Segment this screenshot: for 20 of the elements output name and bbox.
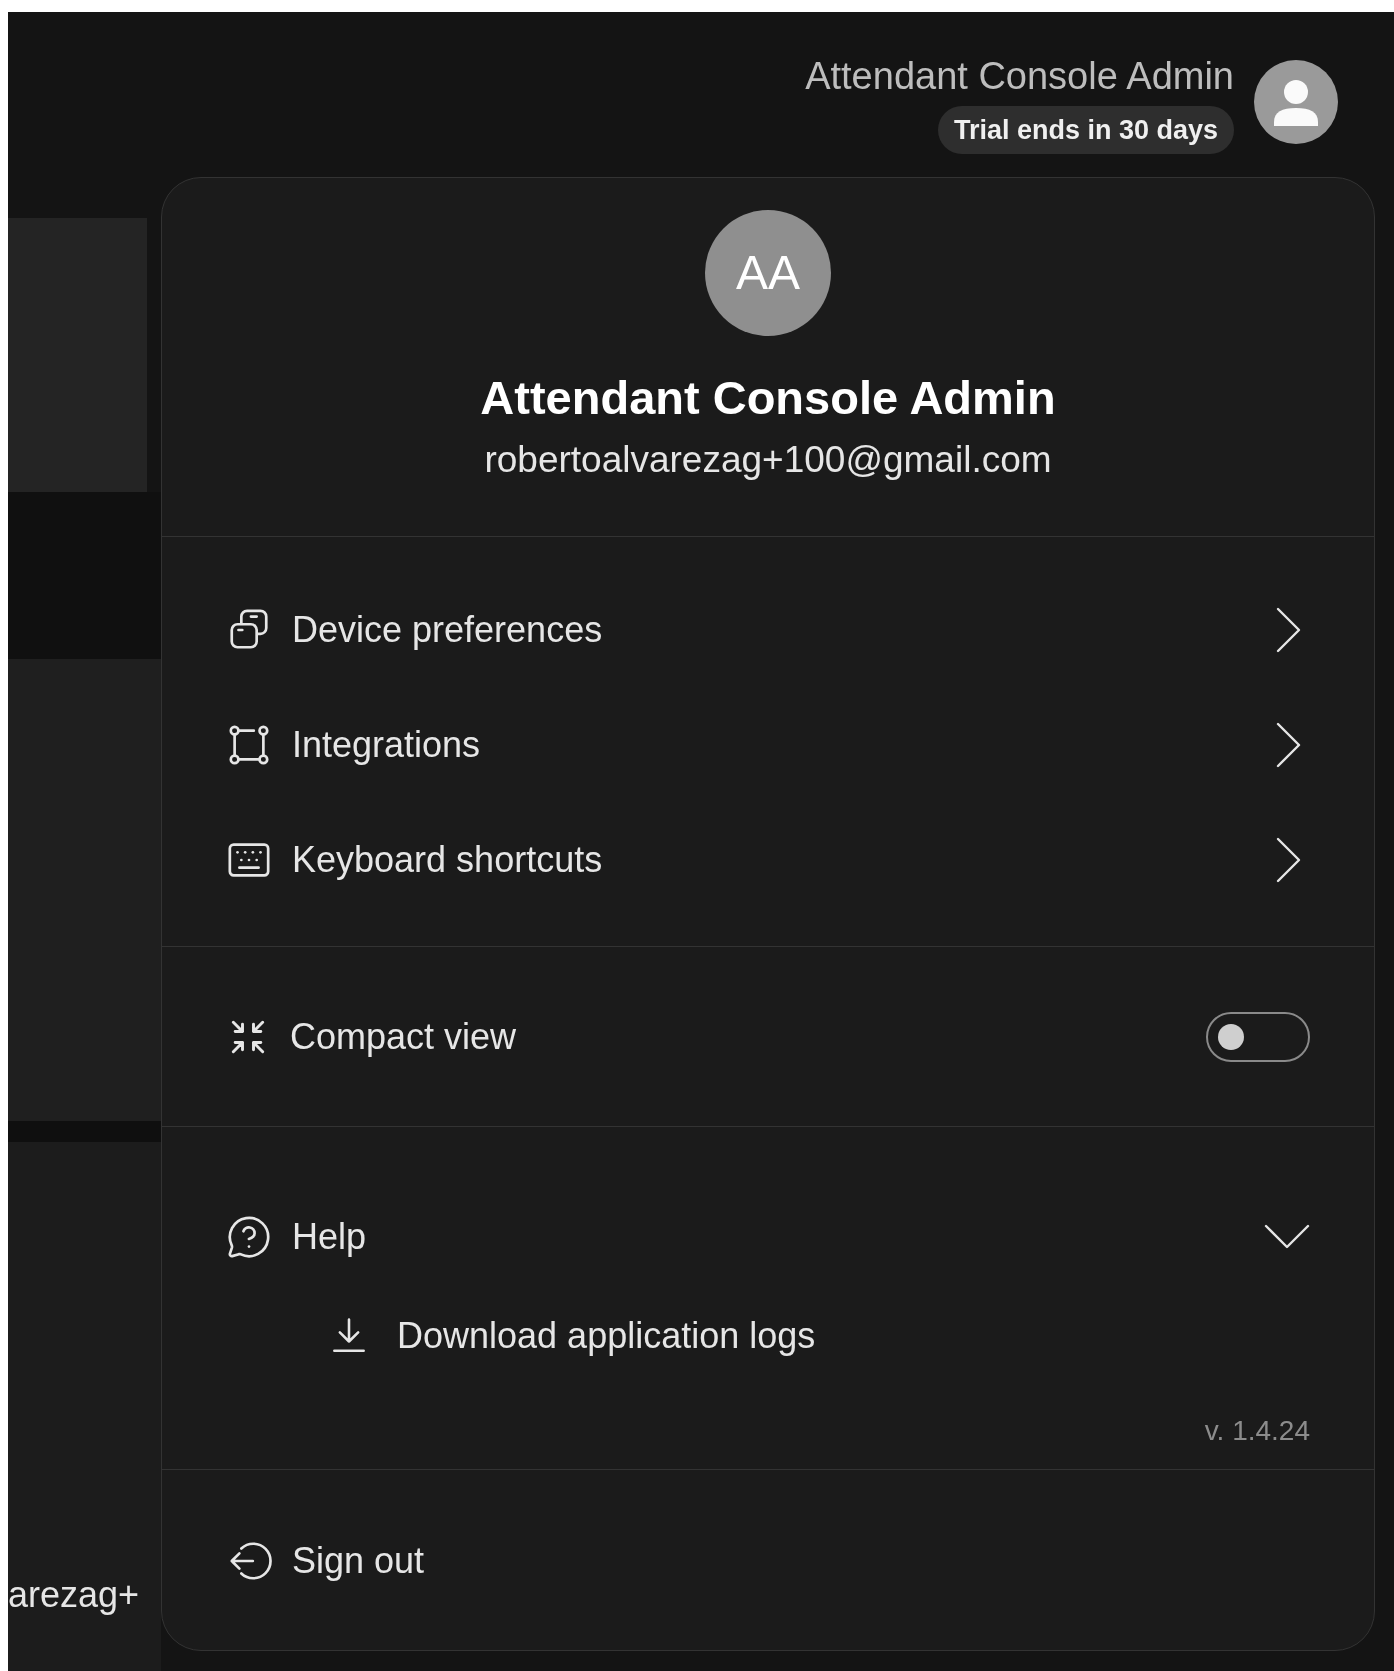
menu-item[interactable]: Integrations [162, 687, 1374, 802]
trial-badge: Trial ends in 30 days [937, 106, 1234, 154]
chevron-right-icon [1276, 836, 1302, 883]
chevron-right-icon [1276, 721, 1302, 768]
sign-out-item[interactable]: Sign out [162, 1526, 455, 1596]
help-icon [226, 1213, 272, 1260]
menu-item[interactable]: Device preferences [162, 572, 1374, 687]
version-text: v. 1.4.24 [1204, 1414, 1310, 1448]
email-text: arezag+ [8, 1575, 141, 1615]
profile-name: Attendant Console Admin [480, 370, 1056, 426]
download-logs-item[interactable]: Download application logs [162, 1280, 1374, 1392]
initials-avatar: AA [705, 210, 831, 336]
chevron-down-icon [1264, 1223, 1310, 1250]
profile-email: robertoalvarezag+100@gmail.com [484, 438, 1052, 482]
help-toggle[interactable]: Help [162, 1127, 1374, 1280]
compact-view-label: Compact view [290, 1014, 518, 1059]
menu-item[interactable]: Keyboard shortcuts [162, 802, 1374, 917]
compact-view-toggle[interactable] [1206, 1011, 1310, 1062]
chevron-right-icon [1276, 606, 1302, 653]
user-name: Attendant Console Admin [805, 54, 1234, 98]
